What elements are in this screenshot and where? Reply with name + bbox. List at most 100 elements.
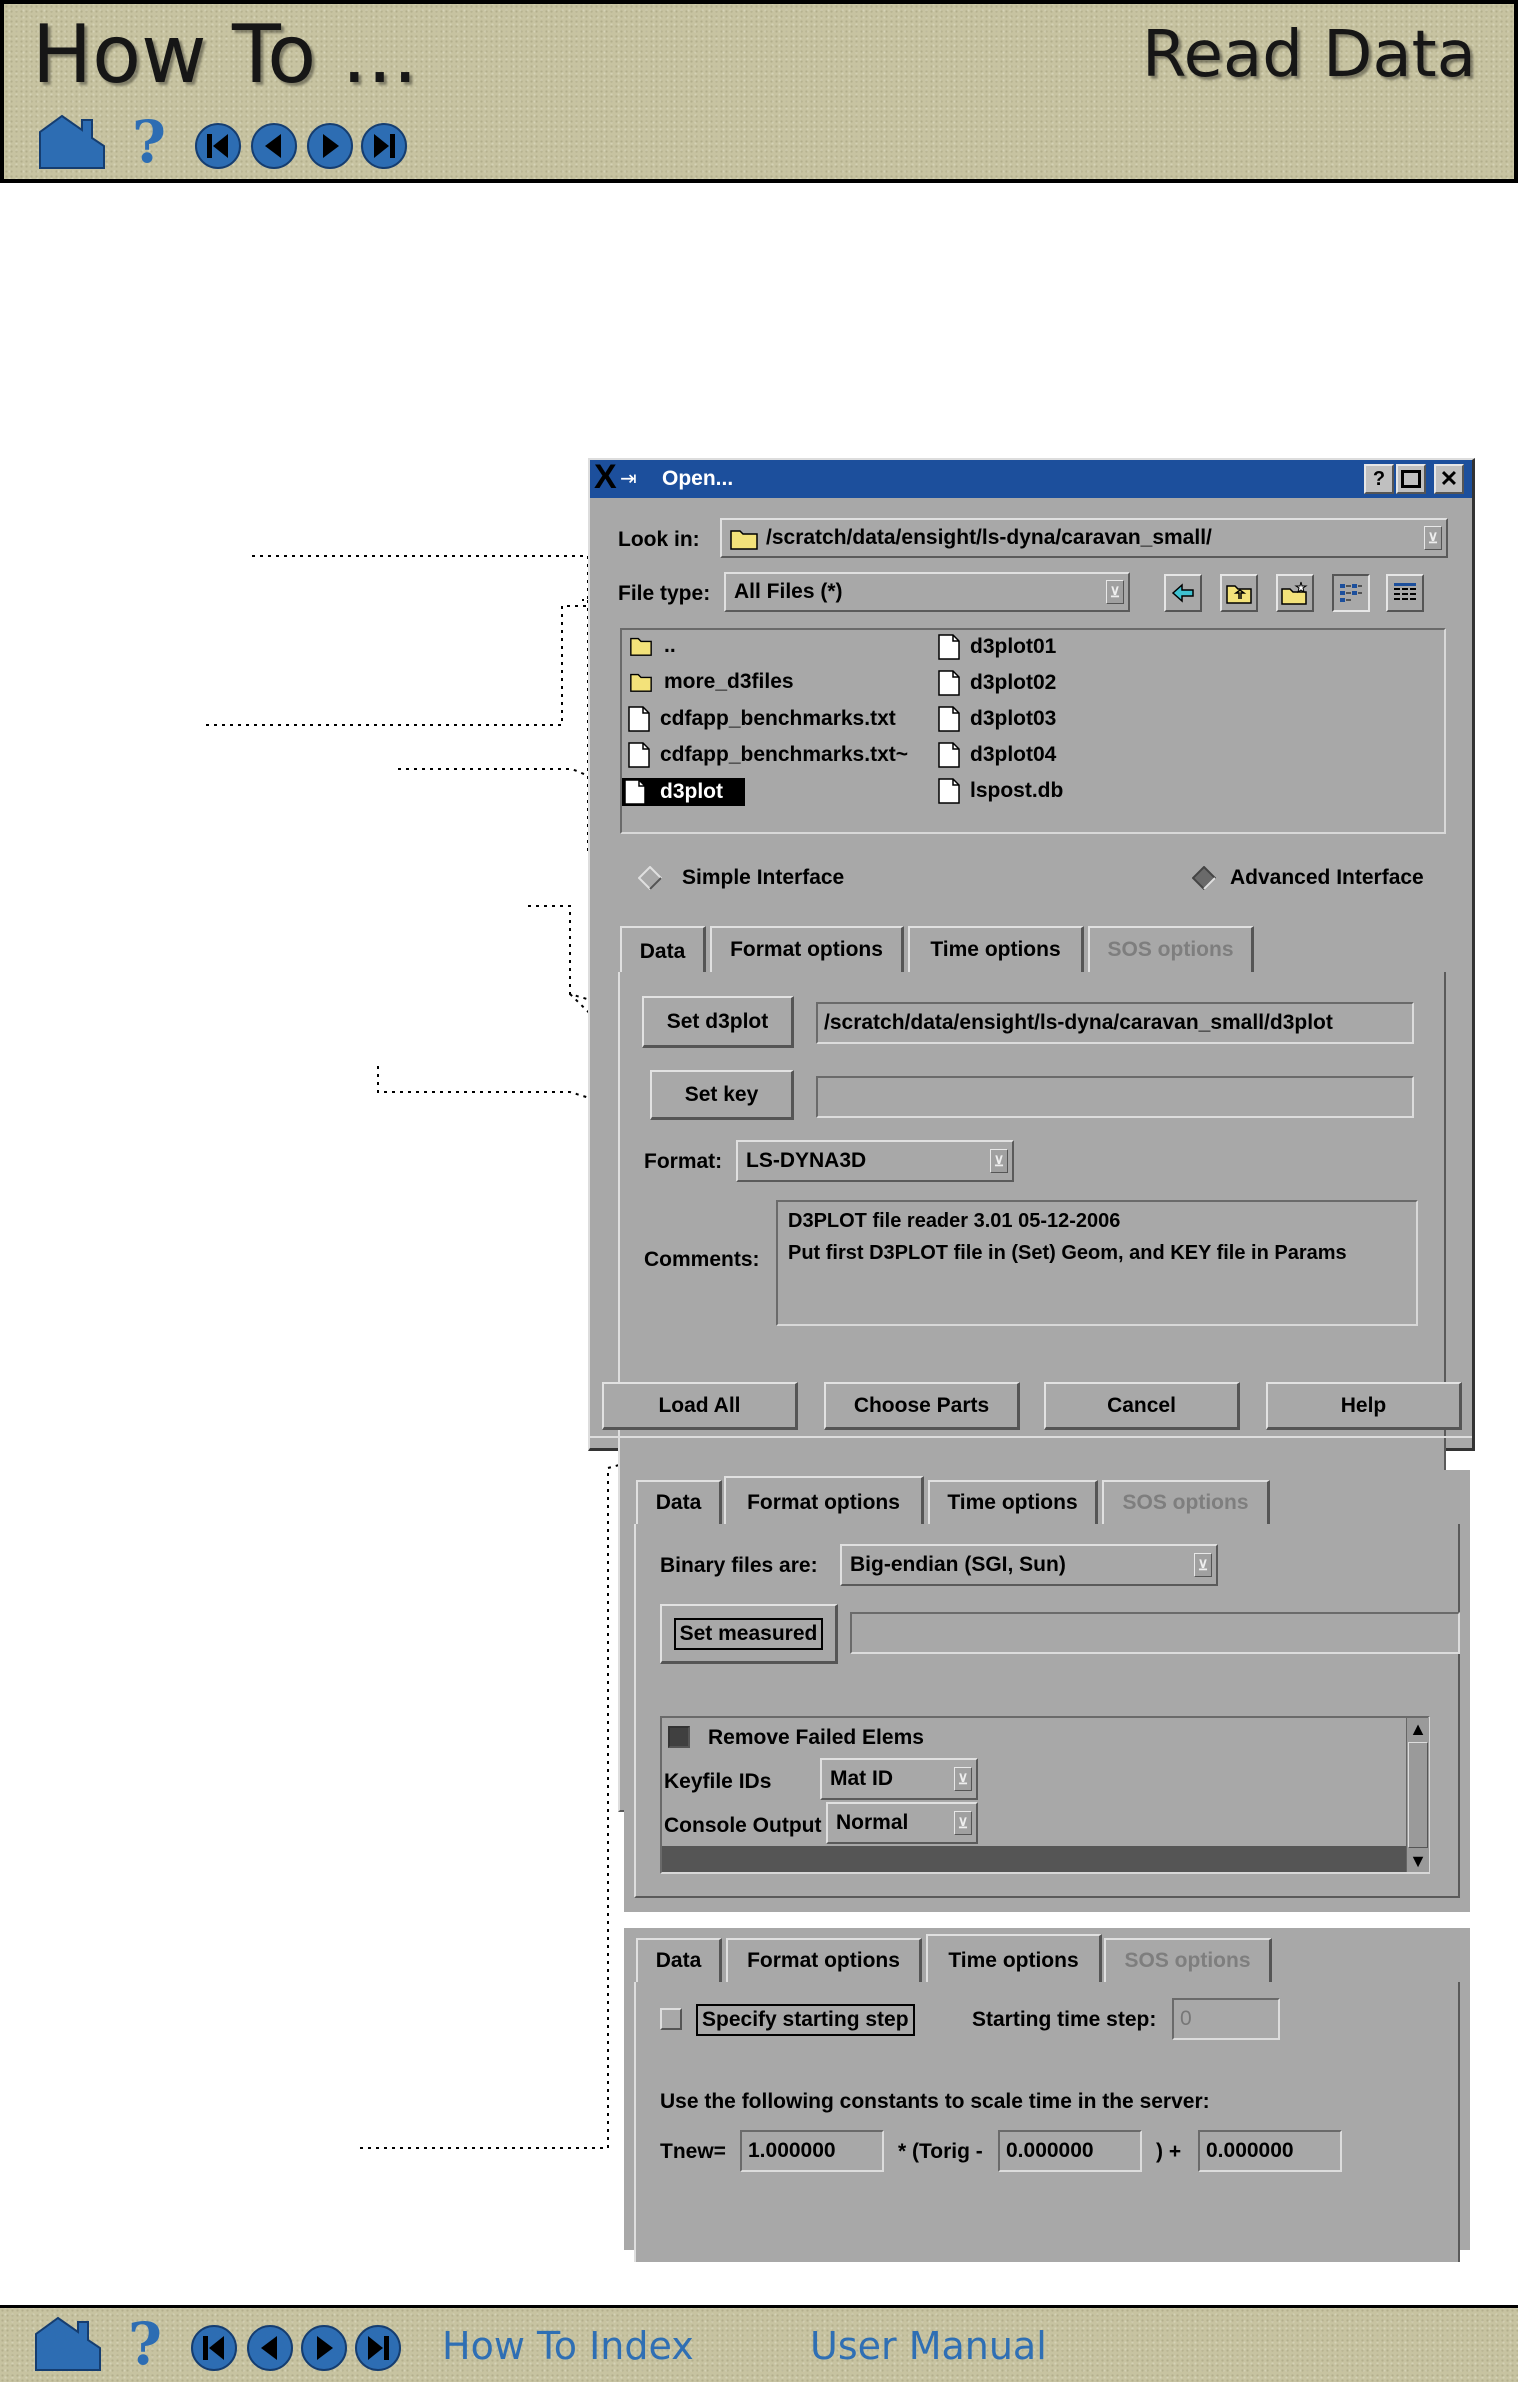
new-folder-icon[interactable] (1276, 574, 1314, 612)
home-icon[interactable] (34, 2316, 102, 2372)
footer-bar: ? How To Index User Manual (0, 2305, 1518, 2382)
simple-interface-radio[interactable]: Simple Interface (638, 864, 844, 894)
specify-step-checkbox[interactable] (660, 2008, 682, 2030)
chevron-down-icon: ⊻ (1424, 526, 1442, 550)
file-icon (628, 706, 650, 732)
last-page-icon[interactable] (354, 2324, 402, 2372)
tnew-label: Tnew= (660, 2140, 726, 2163)
file-list[interactable]: .. more_d3files cdfapp_benchmarks.txtcdfap… (620, 628, 1446, 834)
bottom-divider (590, 1436, 1472, 1438)
specify-step-label[interactable]: Specify starting step (696, 2004, 915, 2036)
dialog-titlebar[interactable]: X ⇥ Open... ? ✕ (590, 458, 1472, 498)
set-measured-label: Set measured (673, 1617, 824, 1650)
binary-files-combo[interactable]: Big-endian (SGI, Sun) ⊻ (840, 1544, 1218, 1586)
file-list-item[interactable]: d3plot04 (938, 742, 1056, 768)
detail-view-icon[interactable] (1386, 574, 1424, 612)
set-measured-button[interactable]: Set measured (660, 1604, 838, 1664)
tab-time-options[interactable]: Time options (926, 1934, 1102, 1986)
file-name: cdfapp_benchmarks.txt~ (660, 743, 909, 766)
load-all-button[interactable]: Load All (602, 1382, 798, 1430)
scale-time-text: Use the following constants to scale tim… (660, 2090, 1210, 2113)
parent-folder-icon[interactable] (1220, 574, 1258, 612)
folder-icon (630, 637, 652, 656)
torig-label: * (Torig - (898, 2140, 983, 2163)
file-list-item[interactable]: d3plot01 (938, 634, 1056, 660)
help-icon[interactable]: ? (128, 2310, 162, 2378)
scroll-thumb[interactable] (1408, 1742, 1428, 1848)
format-value: LS-DYNA3D (746, 1149, 867, 1172)
help-button[interactable]: Help (1266, 1382, 1462, 1430)
measured-path-field[interactable] (850, 1612, 1460, 1654)
binary-files-value: Big-endian (SGI, Sun) (850, 1553, 1066, 1576)
keyfile-ids-label: Keyfile IDs (664, 1770, 772, 1793)
file-name: cdfapp_benchmarks.txt (660, 707, 896, 730)
help-window-icon[interactable]: ? (1364, 464, 1394, 494)
scroll-up-icon[interactable]: ▲ (1407, 1718, 1429, 1740)
console-output-value: Normal (836, 1811, 909, 1834)
key-path-field[interactable] (816, 1076, 1414, 1118)
tab-format-options[interactable]: Format options (710, 926, 904, 972)
file-icon (938, 670, 960, 696)
file-list-item[interactable]: d3plot02 (938, 670, 1056, 696)
chevron-down-icon: ⊻ (1194, 1553, 1212, 1577)
file-list-item[interactable]: d3plot (622, 778, 745, 806)
set-key-button[interactable]: Set key (650, 1070, 794, 1120)
user-manual-link[interactable]: User Manual (810, 2324, 1047, 2368)
file-type-combo[interactable]: All Files (*) ⊻ (724, 572, 1130, 612)
file-list-item[interactable]: d3plot03 (938, 706, 1056, 732)
advanced-interface-radio[interactable]: Advanced Interface (1192, 864, 1452, 894)
previous-page-icon[interactable] (246, 2324, 294, 2372)
tab-data[interactable]: Data (620, 926, 706, 976)
time-options-panel: Data Format options Time options SOS opt… (624, 1928, 1470, 2262)
how-to-index-link[interactable]: How To Index (442, 2324, 694, 2368)
next-page-icon[interactable] (300, 2324, 348, 2372)
d3plot-path-field[interactable]: /scratch/data/ensight/ls-dyna/caravan_sm… (816, 1002, 1414, 1044)
remove-failed-checkbox[interactable] (668, 1726, 690, 1748)
file-list-item[interactable]: .. (628, 634, 676, 658)
open-dialog: X ⇥ Open... ? ✕ Look in: /scratch/data/e… (588, 458, 1475, 1812)
file-type-label: File type: (618, 582, 711, 605)
file-list-item[interactable]: lspost.db (938, 778, 1063, 804)
file-name: lspost.db (970, 779, 1064, 802)
list-view-icon[interactable] (1332, 574, 1370, 612)
file-icon (938, 634, 960, 660)
callout-look-in (252, 555, 589, 601)
file-list-item[interactable]: cdfapp_benchmarks.txt~ (628, 742, 908, 768)
first-page-icon[interactable] (190, 2324, 238, 2372)
console-output-label: Console Output (664, 1814, 822, 1837)
file-name: more_d3files (664, 670, 794, 693)
starting-step-label: Starting time step: (972, 2008, 1157, 2031)
keyfile-ids-combo[interactable]: Mat ID ⊻ (820, 1758, 978, 1800)
tab-data[interactable]: Data (636, 1480, 722, 1524)
tab-sos-options: SOS options (1088, 926, 1254, 972)
tab-format-options[interactable]: Format options (724, 1476, 924, 1528)
format-combo[interactable]: LS-DYNA3D ⊻ (736, 1140, 1014, 1182)
file-name: d3plot03 (970, 707, 1057, 730)
file-list-item[interactable]: cdfapp_benchmarks.txt (628, 706, 896, 732)
torig-field[interactable]: 0.000000 (998, 2130, 1142, 2172)
chevron-down-icon: ⊻ (1106, 580, 1124, 604)
tab-format-options[interactable]: Format options (726, 1938, 922, 1982)
file-list-item[interactable]: more_d3files (628, 670, 794, 694)
console-output-combo[interactable]: Normal ⊻ (826, 1802, 978, 1844)
back-icon[interactable] (1164, 574, 1202, 612)
advanced-interface-label: Advanced Interface (1230, 866, 1424, 889)
maximize-icon[interactable] (1396, 464, 1426, 494)
choose-parts-button[interactable]: Choose Parts (824, 1382, 1020, 1430)
scrollbar[interactable]: ▲ ▼ (1406, 1718, 1429, 1872)
set-d3plot-button[interactable]: Set d3plot (642, 996, 794, 1048)
tnew-field[interactable]: 1.000000 (740, 2130, 884, 2172)
tab-time-options[interactable]: Time options (928, 1480, 1098, 1524)
keyfile-ids-value: Mat ID (830, 1767, 893, 1790)
file-name: .. (664, 634, 676, 657)
look-in-combo[interactable]: /scratch/data/ensight/ls-dyna/caravan_sm… (720, 518, 1448, 558)
file-icon (624, 779, 646, 805)
offset-field[interactable]: 0.000000 (1198, 2130, 1342, 2172)
cancel-button[interactable]: Cancel (1044, 1382, 1240, 1430)
format-options-list[interactable]: Remove Failed Elems Keyfile IDs Mat ID ⊻… (660, 1716, 1430, 1874)
tab-time-options[interactable]: Time options (908, 926, 1084, 972)
tab-data[interactable]: Data (636, 1938, 722, 1982)
close-icon[interactable]: ✕ (1434, 464, 1464, 494)
app-x-icon: X (594, 458, 617, 496)
scroll-down-icon[interactable]: ▼ (1407, 1850, 1429, 1872)
